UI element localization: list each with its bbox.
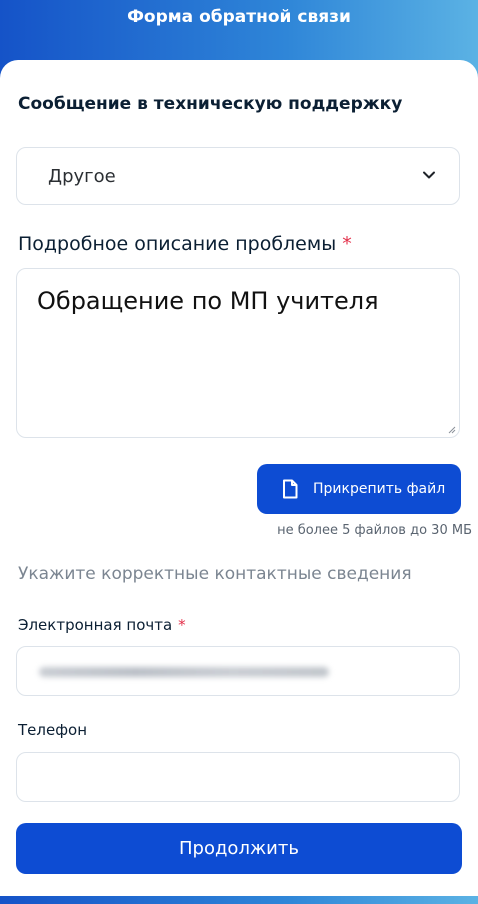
continue-button[interactable]: Продолжить <box>16 823 462 874</box>
phone-label: Телефон <box>18 721 88 739</box>
required-mark: * <box>178 616 186 634</box>
feedback-form-card: Сообщение в техническую поддержку Другое… <box>0 60 478 904</box>
email-label-text: Электронная почта <box>18 616 173 634</box>
topic-select-value: Другое <box>48 165 116 187</box>
contacts-title: Укажите корректные контактные сведения <box>18 564 412 584</box>
phone-field[interactable] <box>16 752 460 802</box>
app-header: Форма обратной связи <box>0 0 478 60</box>
bottom-band <box>0 896 478 904</box>
section-title: Сообщение в техническую поддержку <box>18 94 403 114</box>
description-textarea[interactable]: Обращение по МП учителя <box>16 268 460 438</box>
page-title: Форма обратной связи <box>127 7 351 27</box>
description-value: Обращение по МП учителя <box>37 287 379 315</box>
description-label: Подробное описание проблемы * <box>18 233 352 255</box>
chevron-down-icon <box>423 171 435 179</box>
email-value-redacted <box>39 667 329 677</box>
attach-file-button[interactable]: Прикрепить файл <box>257 464 461 514</box>
required-mark: * <box>342 233 352 255</box>
file-icon <box>283 479 298 499</box>
resize-handle-icon[interactable] <box>448 426 456 434</box>
email-field[interactable] <box>16 646 460 696</box>
topic-select[interactable]: Другое <box>16 147 460 205</box>
email-label: Электронная почта * <box>18 616 186 634</box>
attach-limit-note: не более 5 файлов до 30 МБ <box>277 523 472 538</box>
description-label-text: Подробное описание проблемы <box>18 233 337 255</box>
continue-button-label: Продолжить <box>179 838 299 859</box>
attach-file-label: Прикрепить файл <box>313 481 446 497</box>
